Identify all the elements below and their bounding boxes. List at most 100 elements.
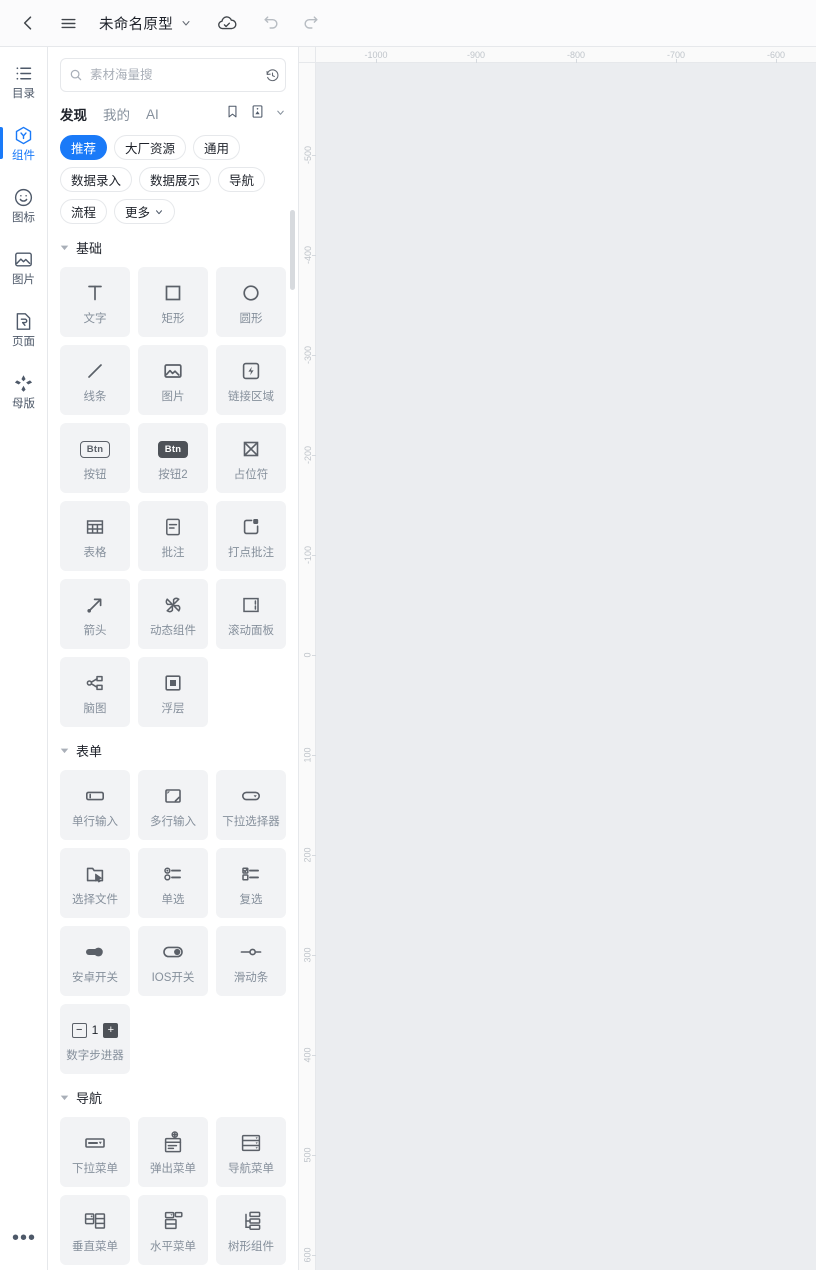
horizontal-ruler: -1000 -900 -800 -700 -600 bbox=[299, 47, 816, 63]
component-card-scroll-panel[interactable]: 滚动面板 bbox=[216, 579, 286, 649]
component-card-circle[interactable]: 圆形 bbox=[216, 267, 286, 337]
component-card-label: 矩形 bbox=[161, 313, 185, 326]
component-card-tree[interactable]: 树形组件 bbox=[216, 1195, 286, 1265]
component-card-label: 水平菜单 bbox=[150, 1241, 196, 1254]
component-card-arrow[interactable]: 箭头 bbox=[60, 579, 130, 649]
component-card-android-switch[interactable]: 安卓开关 bbox=[60, 926, 130, 996]
section-header-form[interactable]: 表单 bbox=[48, 727, 298, 764]
tab-ai[interactable]: AI bbox=[146, 107, 159, 122]
component-card-label: 选择文件 bbox=[72, 894, 118, 907]
bookmark-icon[interactable] bbox=[225, 104, 240, 124]
sidebar-item-directory[interactable]: 目录 bbox=[0, 53, 48, 109]
history-clock-icon[interactable] bbox=[265, 68, 280, 83]
ruler-tick: 500 bbox=[299, 1125, 316, 1185]
chevron-down-icon[interactable] bbox=[275, 105, 286, 123]
component-card-stepper[interactable]: − 1 + 数字步进器 bbox=[60, 1004, 130, 1074]
component-card-pin-annotation[interactable]: 打点批注 bbox=[216, 501, 286, 571]
component-card-label: 浮层 bbox=[161, 703, 185, 716]
back-button[interactable] bbox=[11, 6, 45, 40]
component-card-label: 脑图 bbox=[83, 703, 107, 716]
stepper-value: 1 bbox=[91, 1023, 99, 1038]
search-box[interactable] bbox=[60, 58, 286, 92]
cloud-save-status[interactable] bbox=[210, 6, 244, 40]
ruler-corner[interactable] bbox=[299, 47, 316, 63]
ruler-tick-label: 600 bbox=[302, 1247, 313, 1263]
component-card-table[interactable]: 表格 bbox=[60, 501, 130, 571]
component-card-file-picker[interactable]: 选择文件 bbox=[60, 848, 130, 918]
component-card-hotspot[interactable]: 链接区域 bbox=[216, 345, 286, 415]
rail-more-button[interactable]: ••• bbox=[0, 1226, 48, 1250]
component-card-placeholder[interactable]: 占位符 bbox=[216, 423, 286, 493]
component-card-horizontal-menu[interactable]: 水平菜单 bbox=[138, 1195, 208, 1265]
component-card-label: 动态组件 bbox=[150, 625, 196, 638]
component-card-label: 单选 bbox=[161, 894, 185, 907]
layout-portrait-icon[interactable] bbox=[250, 104, 265, 124]
component-card-dynamic[interactable]: 动态组件 bbox=[138, 579, 208, 649]
sidebar-item-pages[interactable]: 页面 bbox=[0, 301, 48, 357]
component-card-image[interactable]: 图片 bbox=[138, 345, 208, 415]
canvas-area[interactable]: -1000 -900 -800 -700 -600 -500 -400 -300… bbox=[299, 47, 816, 1270]
tab-discover[interactable]: 发现 bbox=[60, 104, 87, 124]
document-title[interactable]: 未命名原型 bbox=[99, 13, 173, 34]
redo-button[interactable] bbox=[294, 6, 328, 40]
canvas-board[interactable] bbox=[316, 63, 816, 1270]
component-card-line[interactable]: 线条 bbox=[60, 345, 130, 415]
component-card-mindmap[interactable]: 脑图 bbox=[60, 657, 130, 727]
component-card-nav-menu[interactable]: 导航菜单 bbox=[216, 1117, 286, 1187]
component-card-label: 垂直菜单 bbox=[72, 1241, 118, 1254]
stepper-plus-icon: + bbox=[103, 1022, 119, 1038]
arrow-diagonal-icon bbox=[83, 590, 107, 620]
dropdown-menu-icon bbox=[82, 1128, 108, 1158]
image-icon bbox=[161, 356, 185, 386]
component-card-rectangle[interactable]: 矩形 bbox=[138, 267, 208, 337]
component-card-annotation[interactable]: 批注 bbox=[138, 501, 208, 571]
dynamic-component-icon bbox=[161, 590, 185, 620]
sidebar-item-masters[interactable]: 母版 bbox=[0, 363, 48, 419]
stepper-preview: − 1 + bbox=[71, 1022, 119, 1038]
sidebar-item-images[interactable]: 图片 bbox=[0, 239, 48, 295]
document-title-dropdown[interactable] bbox=[180, 17, 192, 29]
sidebar-item-components[interactable]: 组件 bbox=[0, 115, 48, 171]
chip-big-company[interactable]: 大厂资源 bbox=[114, 135, 187, 160]
component-card-slider[interactable]: 滑动条 bbox=[216, 926, 286, 996]
panel-scrollbar[interactable] bbox=[290, 210, 295, 290]
component-card-text[interactable]: 文字 bbox=[60, 267, 130, 337]
button-badge: Btn bbox=[79, 440, 111, 458]
component-grid-basic: 文字 矩形 圆形 线条 图片 链接区域 Btn 按钮 Btn 按钮2 占位符 表… bbox=[48, 261, 298, 727]
search-input[interactable] bbox=[90, 68, 251, 82]
component-card-select[interactable]: 下拉选择器 bbox=[216, 770, 286, 840]
section-header-basic[interactable]: 基础 bbox=[48, 224, 298, 261]
component-card-overlay[interactable]: 浮层 bbox=[138, 657, 208, 727]
component-card-popup-menu[interactable]: 弹出菜单 bbox=[138, 1117, 208, 1187]
component-card-radio[interactable]: 单选 bbox=[138, 848, 208, 918]
component-card-textarea[interactable]: 多行输入 bbox=[138, 770, 208, 840]
sidebar-item-label: 目录 bbox=[12, 87, 35, 100]
chip-data-entry[interactable]: 数据录入 bbox=[60, 167, 133, 192]
component-card-button2[interactable]: Btn 按钮2 bbox=[138, 423, 208, 493]
section-header-navigation[interactable]: 导航 bbox=[48, 1074, 298, 1111]
component-card-ios-switch[interactable]: IOS开关 bbox=[138, 926, 208, 996]
undo-button[interactable] bbox=[254, 6, 288, 40]
search-row bbox=[48, 47, 298, 92]
component-card-dropdown-menu[interactable]: 下拉菜单 bbox=[60, 1117, 130, 1187]
ruler-tick: -900 bbox=[446, 47, 506, 63]
component-card-single-line-input[interactable]: 单行输入 bbox=[60, 770, 130, 840]
component-card-checkbox[interactable]: 复选 bbox=[216, 848, 286, 918]
tab-mine[interactable]: 我的 bbox=[103, 104, 130, 124]
component-card-label: 文字 bbox=[83, 313, 107, 326]
component-card-button[interactable]: Btn 按钮 bbox=[60, 423, 130, 493]
sidebar-item-icons[interactable]: 图标 bbox=[0, 177, 48, 233]
chip-more[interactable]: 更多 bbox=[114, 199, 176, 224]
rectangle-icon bbox=[161, 278, 185, 308]
chip-navigation[interactable]: 导航 bbox=[218, 167, 266, 192]
chip-general[interactable]: 通用 bbox=[193, 135, 241, 160]
component-card-vertical-menu[interactable]: 垂直菜单 bbox=[60, 1195, 130, 1265]
chip-flow[interactable]: 流程 bbox=[60, 199, 108, 224]
main-menu-button[interactable] bbox=[51, 6, 85, 40]
component-card-label: 按钮 bbox=[83, 469, 107, 482]
ios-switch-icon bbox=[160, 937, 186, 967]
filter-chips: 推荐 大厂资源 通用 数据录入 数据展示 导航 流程 更多 bbox=[48, 124, 298, 224]
chip-data-display[interactable]: 数据展示 bbox=[139, 167, 212, 192]
ruler-tick-label: -300 bbox=[302, 345, 313, 365]
chip-recommended[interactable]: 推荐 bbox=[60, 135, 108, 160]
